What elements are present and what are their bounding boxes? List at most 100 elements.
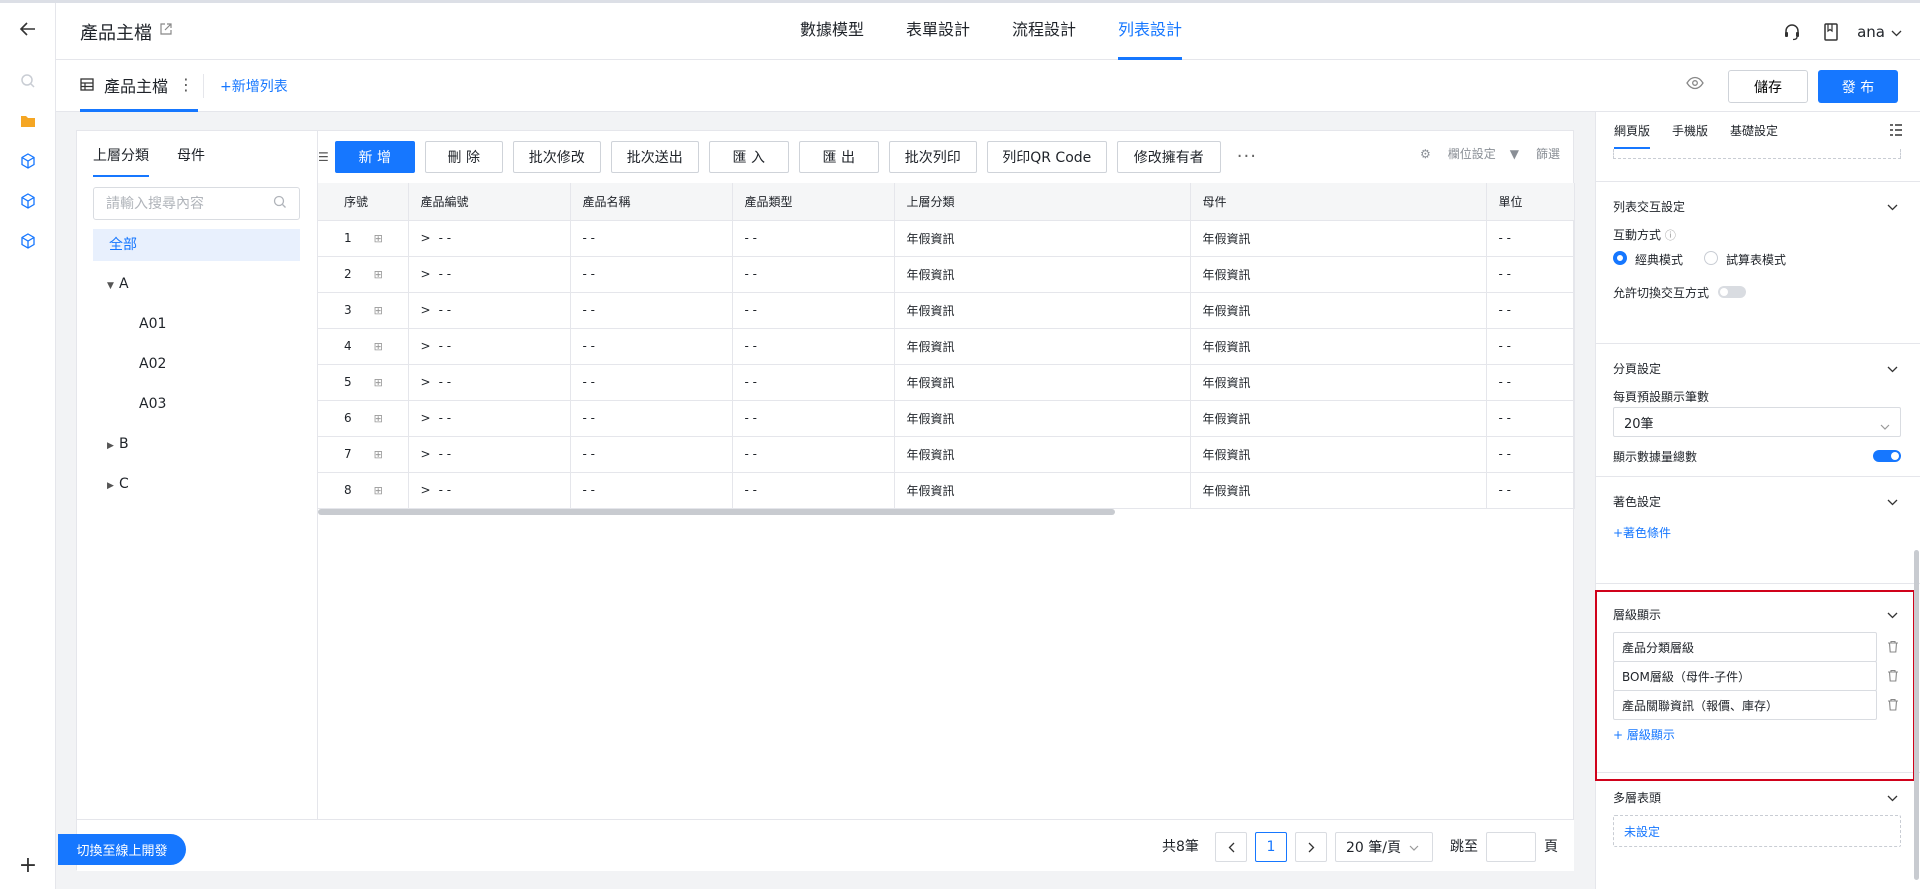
level-item[interactable]: 產品關聯資訊（報價、庫存） <box>1613 690 1877 720</box>
trash-icon[interactable] <box>1887 669 1899 686</box>
cube-icon[interactable] <box>14 187 42 215</box>
column-header[interactable]: 產品類型 <box>732 183 895 221</box>
change-owner-button[interactable]: 修改擁有者 <box>1116 140 1221 173</box>
expand-chevron-icon[interactable]: > <box>421 231 431 245</box>
expand-chevron-icon[interactable]: > <box>421 375 431 389</box>
filter-button[interactable]: ▼ 篩選 <box>1510 145 1560 162</box>
expand-chevron-icon[interactable]: > <box>421 447 431 461</box>
table-row[interactable]: 2 ⊞ > - -- -- - 年假資訊 年假資訊 - - <box>318 256 1575 293</box>
tree-search-input[interactable] <box>93 187 300 220</box>
import-button[interactable]: 匯 入 <box>708 140 789 173</box>
tab-form-design[interactable]: 表單設計 <box>906 3 970 60</box>
default-rows-select[interactable]: 20筆 <box>1613 407 1901 437</box>
export-button[interactable]: 匯 出 <box>798 140 879 173</box>
add-list-button[interactable]: +新增列表 <box>220 76 288 96</box>
table-row[interactable]: 3 ⊞ > - -- -- - 年假資訊 年假資訊 - - <box>318 292 1575 329</box>
level-item[interactable]: 產品分類層級 <box>1613 632 1877 662</box>
outline-list-icon[interactable] <box>1889 124 1903 140</box>
book-icon[interactable] <box>1823 22 1839 41</box>
hierarchy-icon[interactable]: ⊞ <box>374 304 383 317</box>
batch-submit-button[interactable]: 批次送出 <box>610 140 699 173</box>
tree-node-a03[interactable]: A03 <box>139 396 166 412</box>
expand-chevron-icon[interactable]: > <box>421 267 431 281</box>
hierarchy-icon[interactable]: ⊞ <box>374 484 383 497</box>
radio-classic[interactable] <box>1613 251 1627 265</box>
column-header[interactable]: 母件 <box>1190 183 1487 221</box>
field-settings-button[interactable]: ⚙ 欄位設定 <box>1420 145 1496 162</box>
tree-node-a01[interactable]: A01 <box>139 316 166 332</box>
add-button[interactable]: 新 增 <box>334 140 415 173</box>
hierarchy-icon[interactable]: ⊞ <box>374 268 383 281</box>
chevron-down-icon[interactable] <box>1887 495 1898 510</box>
add-level-button[interactable]: + 層級顯示 <box>1613 726 1675 743</box>
chevron-down-icon[interactable] <box>1887 362 1898 377</box>
back-arrow-icon[interactable] <box>14 15 42 43</box>
tab-flow-design[interactable]: 流程設計 <box>1012 3 1076 60</box>
expand-chevron-icon[interactable]: > <box>421 339 431 353</box>
preview-eye-icon[interactable] <box>1686 76 1704 94</box>
add-color-condition-button[interactable]: +著色條件 <box>1613 524 1671 541</box>
trash-icon[interactable] <box>1887 698 1899 715</box>
tree-node-all[interactable]: 全部 <box>93 229 300 261</box>
print-qr-button[interactable]: 列印QR Code <box>986 140 1107 173</box>
table-row[interactable]: 4 ⊞ > - -- -- - 年假資訊 年假資訊 - - <box>318 328 1575 365</box>
chevron-down-icon[interactable] <box>1887 608 1898 623</box>
batch-edit-button[interactable]: 批次修改 <box>512 140 601 173</box>
table-row[interactable]: 1 ⊞ > - -- -- - 年假資訊 年假資訊 - - <box>318 220 1575 257</box>
user-menu[interactable]: ana <box>1857 23 1902 41</box>
folder-icon[interactable] <box>14 107 42 135</box>
save-button[interactable]: 儲存 <box>1728 70 1808 103</box>
page-1-button[interactable]: 1 <box>1255 832 1287 862</box>
tree-node-a02[interactable]: A02 <box>139 356 166 372</box>
column-header[interactable]: 上層分類 <box>894 183 1191 221</box>
add-icon[interactable]: + <box>14 851 42 879</box>
table-row[interactable]: 6 ⊞ > - -- -- - 年假資訊 年假資訊 - - <box>318 400 1575 437</box>
tree-tab-category[interactable]: 上層分類 <box>93 145 149 177</box>
expand-chevron-icon[interactable]: > <box>421 483 431 497</box>
column-header[interactable]: 序號 <box>318 183 409 221</box>
show-total-toggle[interactable] <box>1873 450 1901 462</box>
horizontal-scrollbar[interactable] <box>318 509 1115 515</box>
jump-page-input[interactable] <box>1486 832 1536 862</box>
search-icon[interactable] <box>273 195 287 213</box>
radio-spreadsheet[interactable] <box>1704 251 1718 265</box>
external-link-icon[interactable] <box>160 23 172 39</box>
tab-basic-settings[interactable]: 基礎設定 <box>1730 122 1778 149</box>
table-row[interactable]: 5 ⊞ > - -- -- - 年假資訊 年假資訊 - - <box>318 364 1575 401</box>
delete-button[interactable]: 刪 除 <box>424 140 503 173</box>
tree-node-b[interactable]: ▶ B <box>107 436 129 452</box>
list-tab[interactable]: 產品主檔 ⋮ <box>80 60 199 112</box>
hierarchy-icon[interactable]: ⊞ <box>374 232 383 245</box>
page-size-select[interactable]: 20 筆/頁 <box>1335 832 1433 862</box>
tab-data-model[interactable]: 數據模型 <box>800 3 864 60</box>
column-header[interactable]: 單位 <box>1486 183 1575 221</box>
hierarchy-icon[interactable]: ⊞ <box>374 448 383 461</box>
tab-web[interactable]: 網頁版 <box>1614 122 1651 149</box>
tab-mobile[interactable]: 手機版 <box>1672 122 1708 149</box>
publish-button[interactable]: 發 布 <box>1818 70 1898 103</box>
hierarchy-icon[interactable]: ⊞ <box>374 412 383 425</box>
hierarchy-icon[interactable]: ⊞ <box>374 340 383 353</box>
tab-list-design[interactable]: 列表設計 <box>1118 3 1183 60</box>
next-page-button[interactable] <box>1295 832 1327 862</box>
chevron-down-icon[interactable] <box>1887 791 1898 806</box>
more-horizontal-icon[interactable]: ··· <box>1237 146 1257 167</box>
column-header[interactable]: 產品名稱 <box>570 183 733 221</box>
support-icon[interactable] <box>1783 23 1801 41</box>
column-header[interactable]: 產品編號 <box>408 183 571 221</box>
tree-tab-parent[interactable]: 母件 <box>177 145 205 177</box>
expand-chevron-icon[interactable]: > <box>421 411 431 425</box>
expand-chevron-icon[interactable]: > <box>421 303 431 317</box>
level-item[interactable]: BOM層級（母件-子件） <box>1613 661 1877 691</box>
cube-icon[interactable] <box>14 227 42 255</box>
batch-print-button[interactable]: 批次列印 <box>888 140 977 173</box>
search-icon[interactable] <box>14 67 42 95</box>
allow-switch-toggle[interactable] <box>1718 286 1746 298</box>
hierarchy-icon[interactable]: ⊞ <box>374 376 383 389</box>
chevron-down-icon[interactable] <box>1887 200 1898 215</box>
tree-node-c[interactable]: ▶ C <box>107 476 129 492</box>
switch-online-button[interactable]: 切換至線上開發 <box>58 834 186 865</box>
more-vertical-icon[interactable]: ⋮ <box>178 75 194 94</box>
cube-icon[interactable] <box>14 147 42 175</box>
table-row[interactable]: 7 ⊞ > - -- -- - 年假資訊 年假資訊 - - <box>318 436 1575 473</box>
